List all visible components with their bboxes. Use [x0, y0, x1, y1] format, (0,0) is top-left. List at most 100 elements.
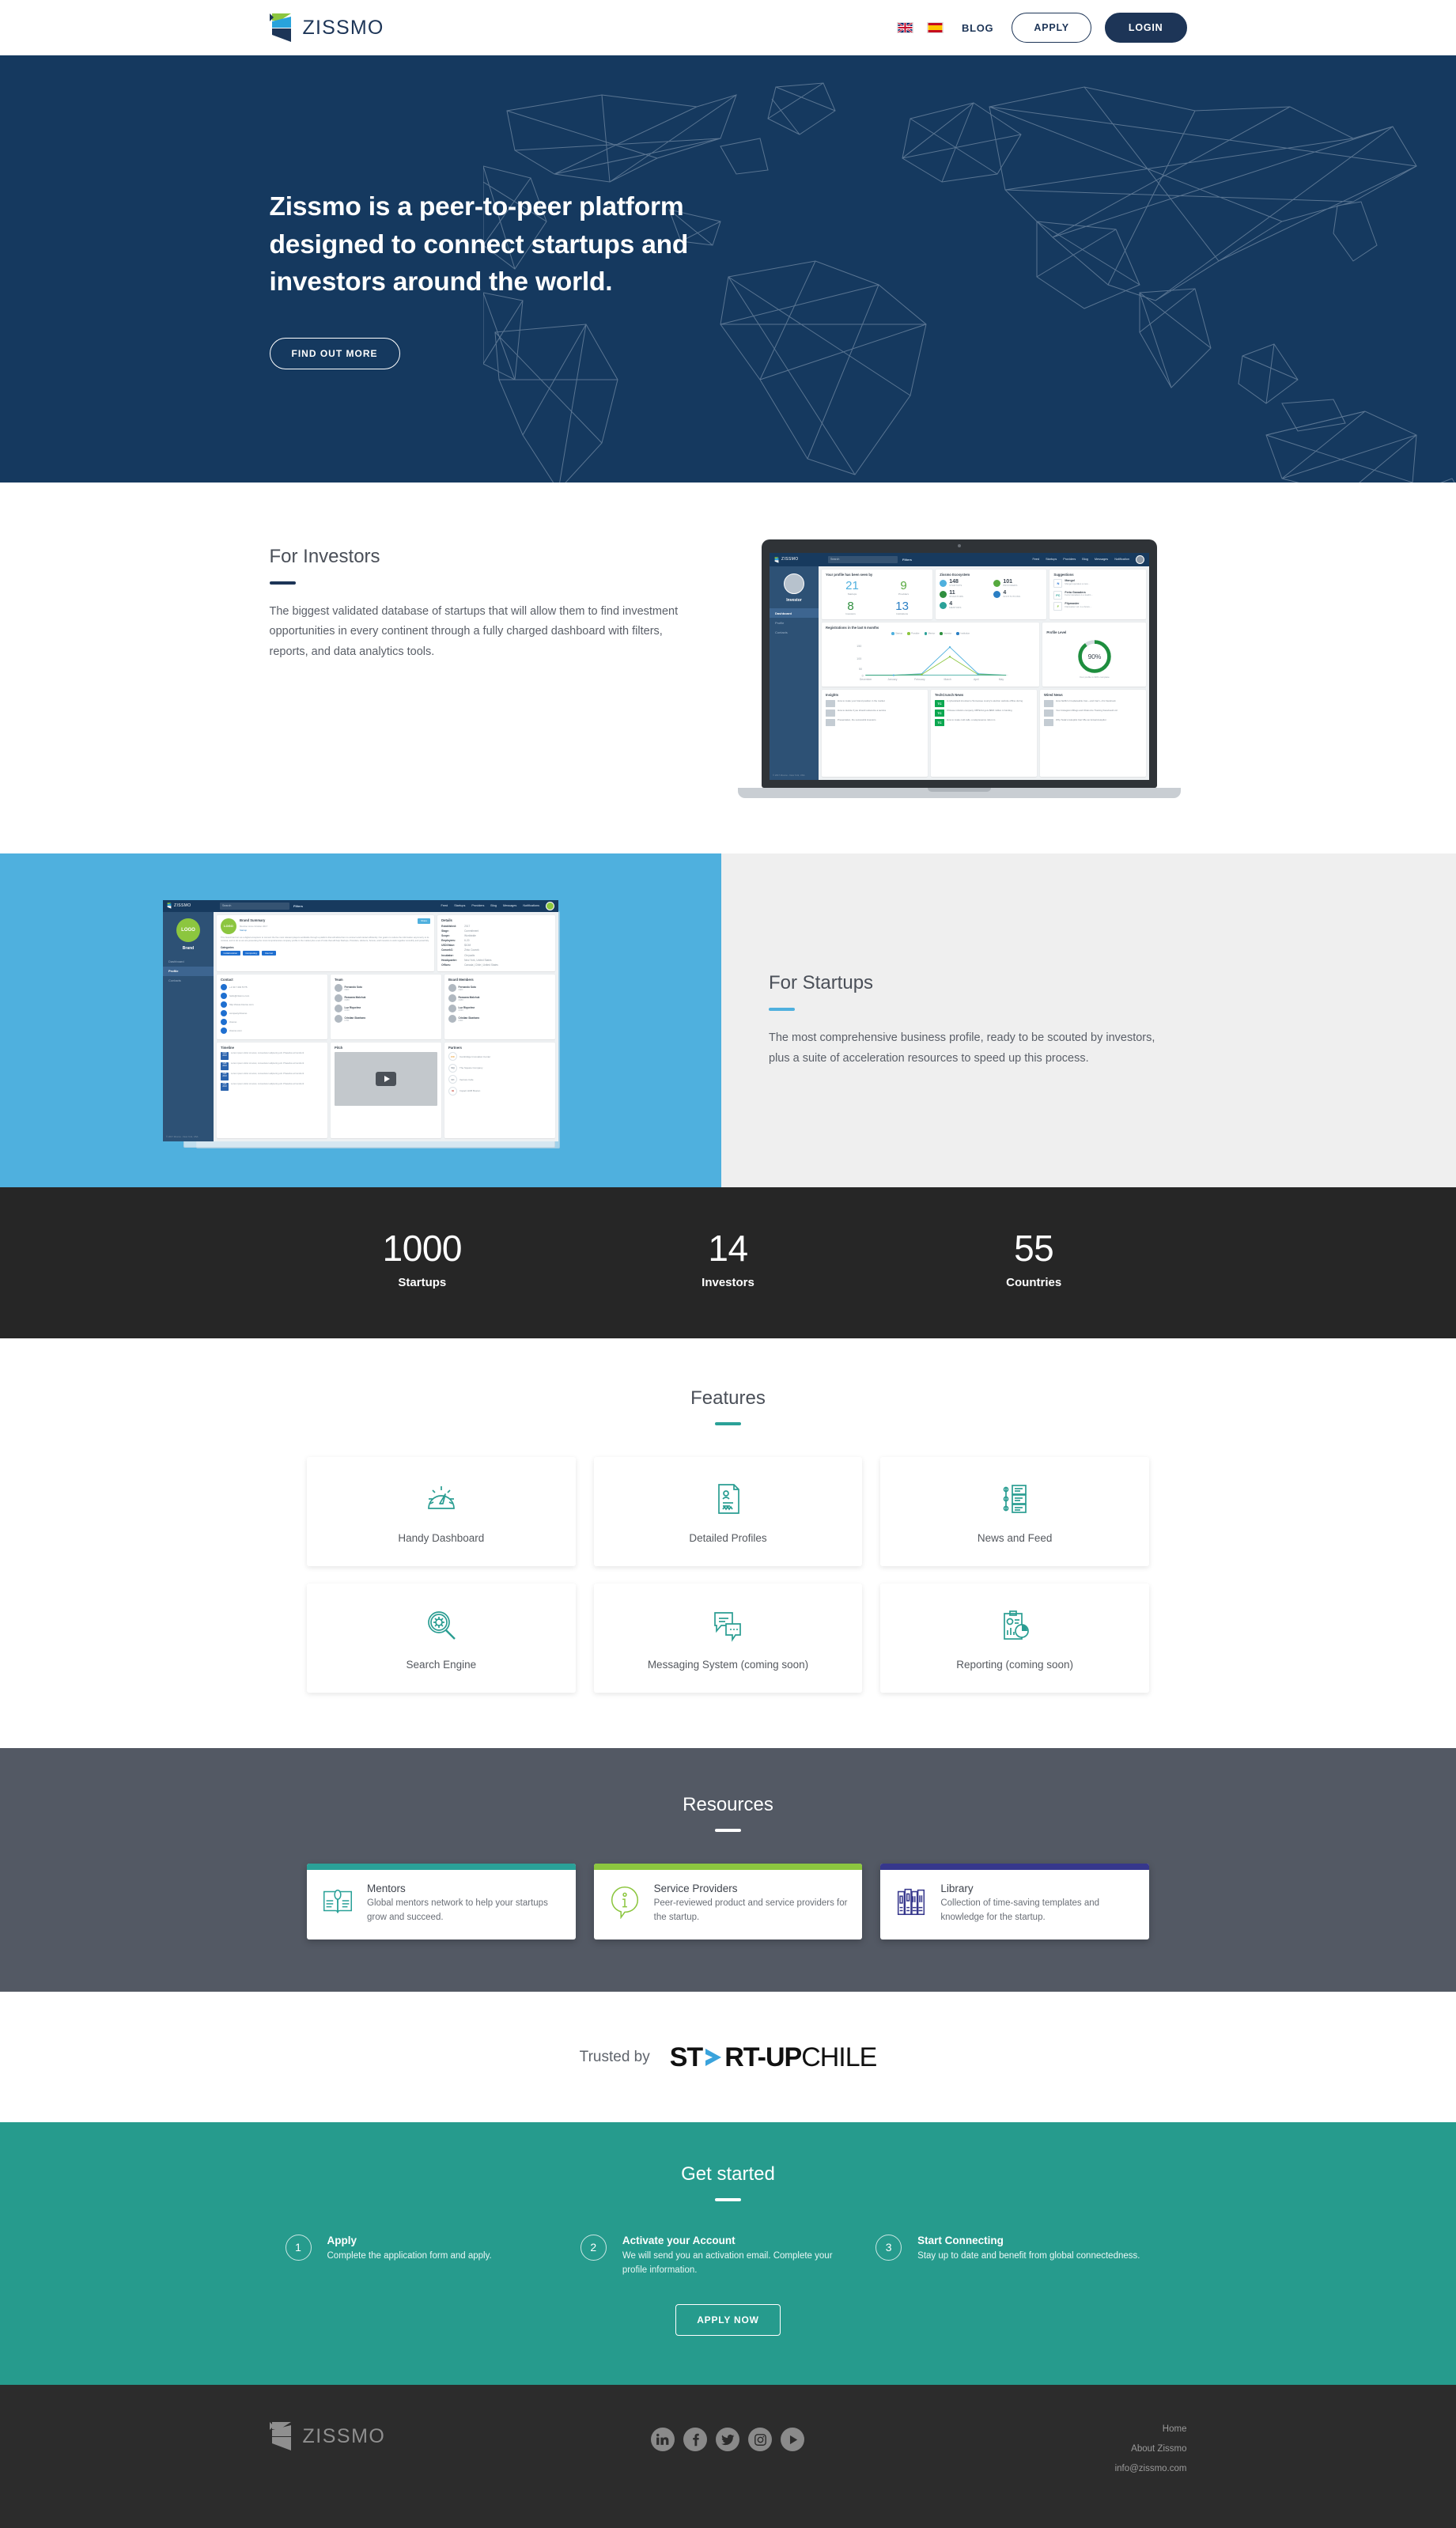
- insight-text[interactable]: How to make your brand position in the m…: [838, 699, 885, 707]
- profile-nav-item[interactable]: Startups: [454, 904, 465, 907]
- section-rule: [715, 1829, 741, 1832]
- avatar[interactable]: [546, 901, 554, 910]
- instagram-icon[interactable]: [748, 2428, 773, 2452]
- stat-item: 14 Investors: [575, 1230, 881, 1289]
- feature-card-reporting[interactable]: Reporting (coming soon): [880, 1584, 1149, 1693]
- profile-logo: ZISSMO: [167, 903, 216, 909]
- avatar: [448, 1015, 456, 1024]
- play-icon[interactable]: [376, 1072, 396, 1087]
- sidebar-item-dashboard[interactable]: Dashboard: [770, 608, 819, 619]
- news-text[interactable]: Why Tesla's Autopilot Can't Be an Actual…: [1056, 718, 1106, 726]
- feature-label: Search Engine: [406, 1658, 477, 1671]
- news-text[interactable]: A cyberattack knocked a Tennessee county…: [947, 699, 1023, 707]
- stat-item: 1000 Startups: [270, 1230, 576, 1289]
- suggestion-logo-icon: FC: [1053, 590, 1063, 600]
- sidebar-item-contacts[interactable]: Contacts: [163, 976, 214, 986]
- techcrunch-logo-icon: TC: [935, 709, 944, 717]
- logo-part-post: CHILE: [801, 2042, 877, 2072]
- facebook-icon[interactable]: [683, 2428, 708, 2452]
- feature-card-detailed-profiles[interactable]: Detailed Profiles: [593, 1457, 863, 1566]
- profile-nav-item[interactable]: Blog: [490, 904, 497, 907]
- card-title: Registrations in the last 6 months: [826, 625, 879, 630]
- svg-text:0: 0: [862, 675, 864, 678]
- share-button[interactable]: Share: [418, 918, 431, 924]
- profile-nav-item[interactable]: Feed: [441, 904, 448, 907]
- nav-blog-link[interactable]: BLOG: [962, 22, 993, 34]
- contact-value: http://www.zissmo.com: [229, 1003, 254, 1007]
- profile-filters-button[interactable]: Filters: [293, 904, 303, 908]
- news-text[interactable]: Your Instagram #Dogs and #Cats Are Train…: [1056, 709, 1118, 717]
- insight-text[interactable]: How to decide if you should outsource a …: [838, 709, 886, 717]
- sidebar-item-dashboard[interactable]: Dashboard: [163, 957, 214, 967]
- sidebar-item-profile[interactable]: Profile: [163, 966, 214, 976]
- news-text[interactable]: How to make cold calls, a telepresence r…: [947, 718, 995, 726]
- dashboard-filters-button[interactable]: Filters: [902, 558, 912, 562]
- pitch-card: Pitch: [331, 1043, 441, 1138]
- resource-card-library[interactable]: Library Collection of time-saving templa…: [880, 1864, 1149, 1940]
- dashboard-nav-item[interactable]: Blog: [1082, 558, 1088, 562]
- footer-link-home[interactable]: Home: [884, 2424, 1187, 2434]
- get-started-heading: Get started: [681, 2163, 775, 2185]
- svg-text:50: 50: [859, 668, 862, 671]
- news-text[interactable]: Chinese robotics company UBTECH gets $82…: [947, 709, 1012, 717]
- card-title: Suggestions: [1053, 573, 1074, 577]
- bank-icon: [993, 590, 1001, 598]
- detail-value: Chrysalis: [464, 953, 475, 957]
- category-chip[interactable]: Internet: [262, 950, 276, 956]
- resource-card-mentors[interactable]: Mentors Global mentors network to help y…: [307, 1864, 576, 1940]
- card-title: Profile Level: [1046, 630, 1067, 634]
- feature-card-messaging-system[interactable]: Messaging System (coming soon): [593, 1584, 863, 1693]
- dashboard-nav-item[interactable]: Providers: [1063, 558, 1076, 562]
- apply-now-button[interactable]: APPLY NOW: [675, 2304, 781, 2337]
- svg-text:March: March: [944, 678, 951, 681]
- youtube-icon[interactable]: [781, 2428, 805, 2452]
- detail-value: Worldwide: [464, 933, 476, 937]
- profile-nav-item[interactable]: Messages: [503, 904, 516, 907]
- sidebar-item-contacts[interactable]: Contacts: [770, 628, 819, 638]
- profile-level-note: Your profile is 90% complete: [1079, 675, 1110, 679]
- profile-search-input[interactable]: Search: [220, 902, 289, 910]
- dashboard-nav-item[interactable]: Notification: [1114, 558, 1129, 562]
- feature-card-search-engine[interactable]: Search Engine: [307, 1584, 576, 1693]
- contact-value: zissmo: [229, 1020, 237, 1024]
- eco-label: MENTORS: [949, 606, 962, 610]
- insight-text[interactable]: Presentation, the successful investors: [838, 718, 876, 726]
- footer-link-email[interactable]: info@zissmo.com: [884, 2464, 1187, 2473]
- profile-nav-item[interactable]: Providers: [471, 904, 484, 907]
- card-title: Contact: [221, 978, 233, 982]
- find-out-more-button[interactable]: FIND OUT MORE: [269, 337, 400, 369]
- feature-card-news-and-feed[interactable]: News and Feed: [880, 1457, 1149, 1566]
- news-text[interactable]: How Netflix's Irreplaceable Can—and Can'…: [1056, 699, 1116, 707]
- thumbnail: [826, 709, 835, 717]
- card-title: Partners: [448, 1046, 462, 1050]
- feature-card-handy-dashboard[interactable]: Handy Dashboard: [307, 1457, 576, 1566]
- timeline-date: FEB 2018: [221, 1073, 229, 1081]
- partners-card: Partners CIC Cambridge Innovation Center …: [444, 1043, 555, 1138]
- category-chip[interactable]: Computing: [242, 950, 260, 956]
- dashboard-nav-item[interactable]: Feed: [1032, 558, 1039, 562]
- brand-logo[interactable]: ZISSMO: [269, 13, 384, 43]
- footer-link-about[interactable]: About Zissmo: [884, 2444, 1186, 2454]
- twitter-icon[interactable]: [716, 2428, 740, 2452]
- feature-label: Reporting (coming soon): [956, 1658, 1074, 1671]
- es-flag-icon[interactable]: [927, 22, 944, 33]
- stat-label: Countries: [1006, 1276, 1062, 1289]
- dashboard-nav-item[interactable]: Messages: [1095, 558, 1108, 562]
- brand-name: ZISSMO: [302, 16, 384, 39]
- login-button[interactable]: LOGIN: [1104, 13, 1187, 43]
- apply-button[interactable]: APPLY: [1012, 13, 1091, 43]
- card-title: Brand Summary: [240, 918, 266, 922]
- en-flag-icon[interactable]: [897, 22, 914, 33]
- dashboard-search-input[interactable]: Search: [828, 556, 898, 563]
- sidebar-item-profile[interactable]: Profile: [770, 618, 819, 627]
- timeline-date: MAR 2018: [221, 1052, 229, 1061]
- linkedin-icon[interactable]: [651, 2428, 675, 2452]
- dashboard-nav-item[interactable]: Startups: [1046, 558, 1057, 562]
- resource-title: Service Providers: [653, 1883, 738, 1894]
- pitch-video[interactable]: [335, 1052, 437, 1107]
- profile-nav-item[interactable]: Notifications: [523, 904, 539, 907]
- resource-card-service-providers[interactable]: Service Providers Peer-reviewed product …: [593, 1864, 863, 1940]
- avatar[interactable]: [1136, 555, 1144, 564]
- footer-logo[interactable]: ZISSMO: [269, 2421, 573, 2451]
- category-chip[interactable]: Collaboration: [221, 950, 240, 956]
